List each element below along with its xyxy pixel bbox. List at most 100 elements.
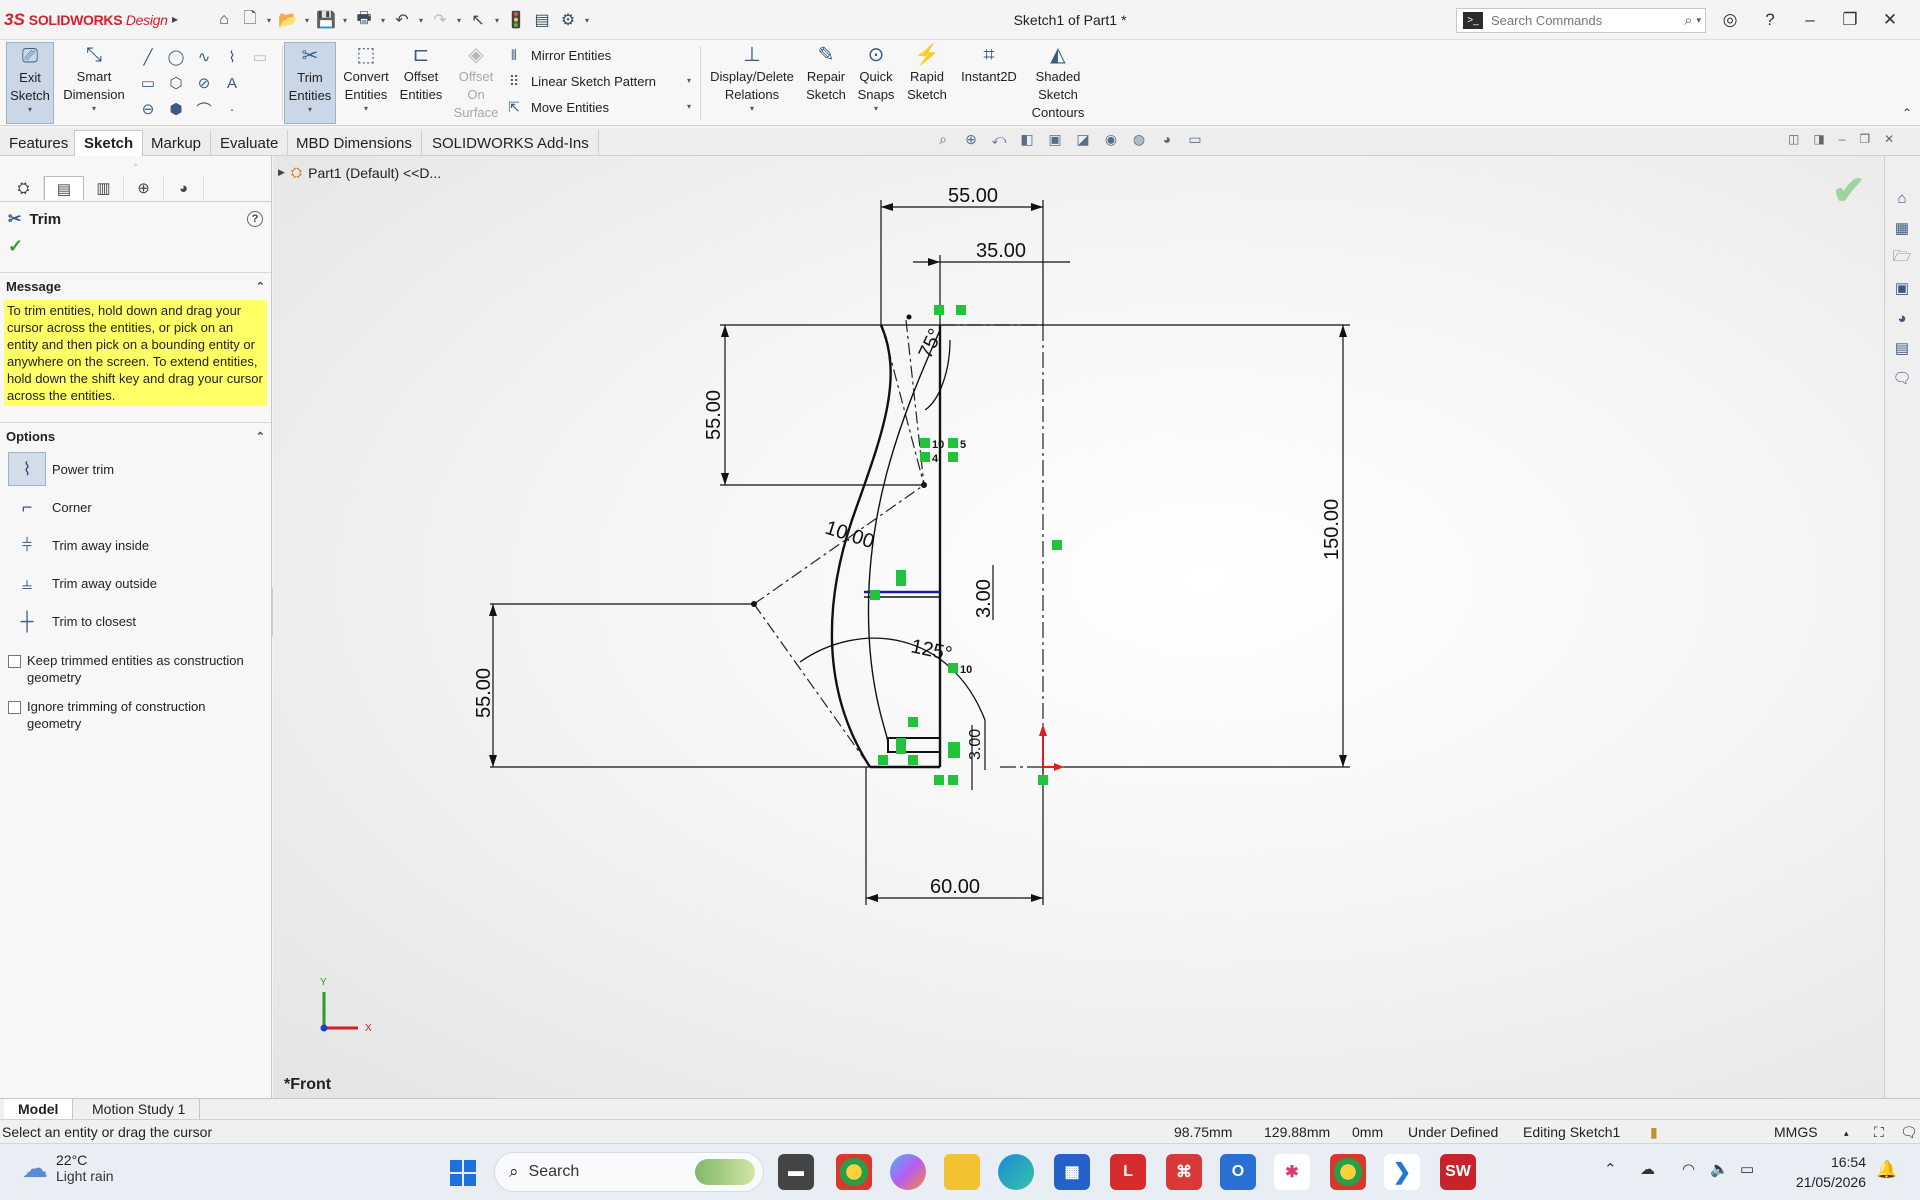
dim-bottom-width[interactable]: 60.00	[930, 876, 980, 898]
microsoft-store-icon[interactable]: ▦	[1054, 1154, 1090, 1190]
previous-view-icon[interactable]: ⤺	[988, 131, 1010, 153]
onedrive-icon[interactable]: ☁	[1640, 1160, 1655, 1178]
chat-icon[interactable]: 🗨	[1900, 1124, 1918, 1141]
redo-icon[interactable]: ↷	[428, 8, 452, 32]
trim-entities-button[interactable]: ✂ Trim Entities ▾	[284, 42, 336, 124]
option-power-trim[interactable]: ⌇ Power trim	[0, 450, 271, 488]
apply-scene-icon[interactable]: ◕	[1156, 131, 1178, 153]
rapid-sketch-button[interactable]: ⚡ Rapid Sketch	[902, 42, 952, 124]
quick-snaps-button[interactable]: ⊙ Quick Snaps ▾	[854, 42, 898, 124]
chrome-profile-icon[interactable]	[1330, 1154, 1366, 1190]
minimize-icon[interactable]: –	[1790, 10, 1830, 30]
dim-top-inner[interactable]: 35.00	[976, 240, 1026, 262]
sketch-fillet-icon[interactable]: ⌒	[190, 96, 218, 122]
quick-snaps-dropdown-icon[interactable]: ▾	[874, 104, 878, 114]
keep-trimmed-checkbox[interactable]: Keep trimmed entities as construction ge…	[0, 646, 271, 692]
angle-arc-lower[interactable]	[799, 637, 986, 721]
viewport-split-icon[interactable]: ◨	[1813, 132, 1824, 146]
forum-icon[interactable]: 🗨	[1889, 366, 1915, 390]
home-icon[interactable]: ⌂	[212, 8, 236, 32]
collapse-ribbon-icon[interactable]: ⌃	[1902, 106, 1912, 120]
help-icon[interactable]: ?	[247, 211, 263, 227]
dim-bottom-small[interactable]: 3.00	[967, 729, 984, 760]
solidworks-logo[interactable]: 3S SOLIDWORKS Design	[4, 10, 168, 30]
undo-dropdown-icon[interactable]: ▾	[416, 16, 426, 25]
relations-dropdown-icon[interactable]: ▾	[750, 104, 754, 114]
solidworks-taskbar-icon[interactable]: SW	[1440, 1154, 1476, 1190]
open-icon[interactable]: 📂	[276, 8, 300, 32]
weather-widget[interactable]: ☁ 22°C Light rain	[22, 1152, 114, 1184]
solidworks-resources-icon[interactable]: ⌂	[1889, 186, 1915, 210]
point-icon[interactable]: ·	[218, 96, 246, 122]
ok-checkmark-icon[interactable]: ✓	[0, 236, 271, 262]
display-manager-tab-icon[interactable]: ◕	[164, 176, 204, 200]
rebuild-status-icon[interactable]: ▮	[1650, 1124, 1658, 1141]
file-explorer-icon[interactable]: 🗁	[1889, 246, 1915, 270]
options-gear-icon[interactable]: ⚙	[556, 8, 580, 32]
design-library-icon[interactable]: ▦	[1889, 216, 1915, 240]
battery-icon[interactable]: ▭	[1740, 1160, 1754, 1178]
user-account-icon[interactable]: ◎	[1710, 10, 1750, 30]
system-clock[interactable]: 16:54 21/05/2026	[1782, 1152, 1866, 1192]
file-explorer-icon[interactable]	[944, 1154, 980, 1190]
tab-evaluate[interactable]: Evaluate	[211, 130, 289, 156]
move-dropdown-icon[interactable]: ▾	[687, 102, 691, 111]
taskbar-search[interactable]: ⌕ Search	[494, 1152, 764, 1192]
edge-icon[interactable]	[998, 1154, 1034, 1190]
new-document-icon[interactable]: 🗋	[238, 8, 262, 32]
notification-bell-icon[interactable]: 🔔	[1876, 1160, 1897, 1180]
pattern-dropdown-icon[interactable]: ▾	[687, 76, 691, 85]
dim-upper-height[interactable]: 55.00	[703, 390, 725, 440]
tab-sketch[interactable]: Sketch	[74, 130, 144, 156]
mirror-entities-button[interactable]: ⫴ Mirror Entities	[505, 42, 656, 68]
option-trim-away-inside[interactable]: ⫩ Trim away inside	[0, 526, 271, 564]
dimension-lines[interactable]	[490, 200, 1350, 905]
print-dropdown-icon[interactable]: ▾	[378, 16, 388, 25]
move-entities-button[interactable]: ⇱ Move Entities	[505, 94, 656, 120]
open-dropdown-icon[interactable]: ▾	[302, 16, 312, 25]
volume-icon[interactable]: 🔈	[1710, 1160, 1729, 1178]
dim-slot-height[interactable]: 3.00	[973, 579, 995, 618]
search-icon[interactable]: ⌕	[1684, 12, 1692, 29]
collapse-chevron-icon[interactable]: ⌃	[256, 430, 265, 443]
ignore-construction-checkbox[interactable]: Ignore trimming of construction geometry	[0, 692, 271, 738]
close-icon[interactable]: ✕	[1870, 10, 1910, 30]
hide-show-items-icon[interactable]: ◉	[1100, 131, 1122, 153]
search-commands-field[interactable]: >_ Search Commands ⌕ ▾	[1456, 8, 1706, 33]
repair-sketch-button[interactable]: ✎ Repair Sketch	[802, 42, 850, 124]
viewport-close-icon[interactable]: ✕	[1884, 132, 1894, 146]
text-icon[interactable]: A	[218, 70, 246, 96]
print-icon[interactable]: 🖶	[352, 8, 376, 32]
line-icon[interactable]: ╱	[134, 44, 162, 70]
pdf-reader-icon[interactable]: ⌘	[1166, 1154, 1202, 1190]
trim-entities-dropdown-icon[interactable]: ▾	[308, 105, 312, 115]
help-icon[interactable]: ?	[1750, 10, 1790, 30]
polygon-icon[interactable]: ⬡	[162, 70, 190, 96]
spline-icon[interactable]: ∿	[190, 44, 218, 70]
collaboration-icon[interactable]: ⛶	[1874, 1124, 1884, 1141]
fillet-disabled-icon[interactable]: ▭	[246, 44, 274, 70]
dim-radius-small[interactable]: 10.00	[822, 517, 876, 553]
smart-dimension-button[interactable]: ⤡ Smart Dimension ▾	[58, 42, 130, 124]
edit-appearance-icon[interactable]: ◍	[1128, 131, 1150, 153]
copilot-icon[interactable]	[890, 1154, 926, 1190]
zoom-to-area-icon[interactable]: ⊕	[960, 131, 982, 153]
feature-manager-tab-icon[interactable]: ⛭	[4, 176, 44, 200]
convert-entities-button[interactable]: ⬚ Convert Entities ▾	[340, 42, 392, 124]
section-view-icon[interactable]: ◧	[1016, 131, 1038, 153]
slot-icon[interactable]: ⊖	[134, 96, 162, 122]
dim-top-width[interactable]: 55.00	[948, 185, 998, 207]
rebuild-icon[interactable]: 🚦	[504, 8, 528, 32]
outlook-icon[interactable]: O	[1220, 1154, 1256, 1190]
exit-sketch-button[interactable]: ⎚ Exit Sketch ▾	[6, 42, 54, 124]
configuration-manager-tab-icon[interactable]: ▥	[84, 176, 124, 200]
show-hidden-icons-icon[interactable]: ⌃	[1604, 1160, 1617, 1178]
search-dropdown-icon[interactable]: ▾	[1696, 15, 1701, 26]
display-style-icon[interactable]: ◪	[1072, 131, 1094, 153]
option-corner[interactable]: ⌐ Corner	[0, 488, 271, 526]
vscode-icon[interactable]: ❯	[1384, 1154, 1420, 1190]
tab-mbd-dimensions[interactable]: MBD Dimensions	[287, 130, 422, 156]
panel-grip-icon[interactable]: ◦	[0, 156, 271, 176]
tab-solidworks-add-ins[interactable]: SOLIDWORKS Add-Ins	[423, 130, 599, 156]
checkbox-box[interactable]	[8, 655, 21, 668]
